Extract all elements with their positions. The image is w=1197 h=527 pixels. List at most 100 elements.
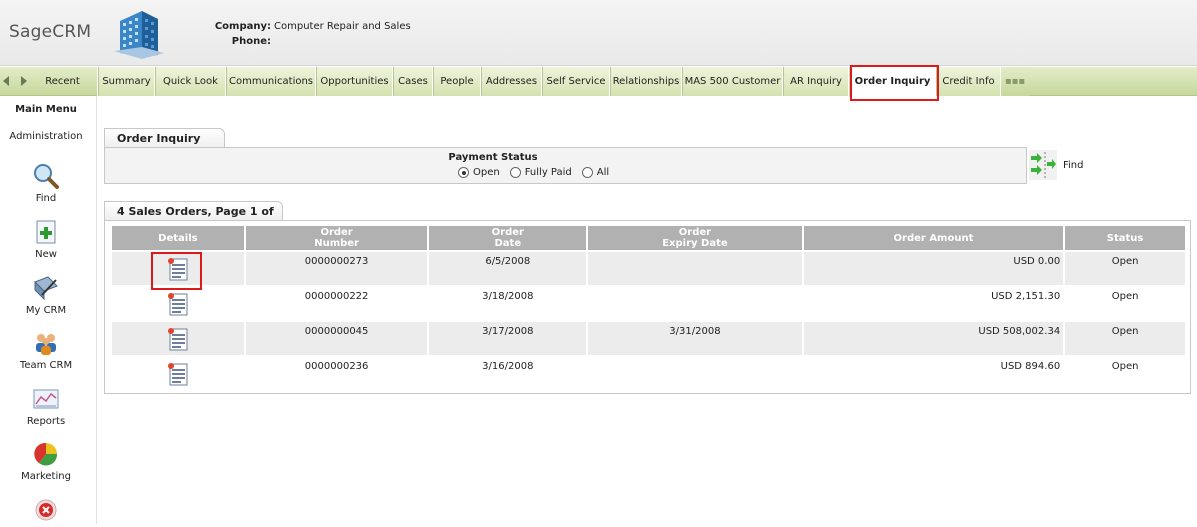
- payment-status-label: Payment Status: [448, 152, 538, 163]
- radio-all-circle[interactable]: [581, 167, 593, 178]
- order-number-cell: 0000000045: [245, 322, 428, 357]
- sales-orders-panel: Details Order Number Order Date Order Expir…: [104, 220, 1191, 394]
- column-header-order-number[interactable]: Order Number: [245, 226, 428, 252]
- sidebar-item-administration[interactable]: Administration: [0, 131, 92, 142]
- tab-addresses[interactable]: Addresses: [481, 67, 542, 96]
- order-amount-cell: USD 894.60: [803, 357, 1064, 392]
- tab-opportunities[interactable]: Opportunities: [316, 67, 393, 96]
- tab-overflow-icon[interactable]: ▪▪▪: [1001, 67, 1029, 96]
- order-amount-cell: USD 508,002.34: [803, 322, 1064, 357]
- tab-self-service[interactable]: Self Service: [542, 67, 610, 96]
- magnifier-icon: [34, 164, 59, 189]
- status-cell: Open: [1065, 357, 1185, 392]
- order-details-icon[interactable]: [166, 291, 190, 317]
- column-header-order-date[interactable]: Order Date: [429, 226, 587, 252]
- results-panel-title: 4 Sales Orders, Page 1 of 1: [104, 201, 283, 238]
- reports-icon: [33, 389, 59, 409]
- find-button-label: Find: [1063, 159, 1084, 171]
- radio-open[interactable]: Open: [458, 167, 500, 178]
- payment-status-filter: Payment Status Open Fully Paid All: [104, 147, 1027, 184]
- company-label: Company:: [214, 21, 271, 32]
- sidebar-item-label: New: [35, 249, 57, 260]
- brand-logo-text: SageCRM: [9, 22, 92, 42]
- order-amount-cell: USD 2,151.30: [803, 287, 1064, 322]
- tab-summary[interactable]: Summary: [98, 67, 155, 96]
- sidebar-item-marketing[interactable]: Marketing: [0, 440, 92, 482]
- sidebar-item-label: Find: [35, 193, 57, 204]
- tab-cases[interactable]: Cases: [393, 67, 433, 96]
- main-menu-heading: Main Menu: [15, 104, 77, 115]
- status-cell: Open: [1065, 322, 1185, 357]
- radio-all-label: All: [596, 167, 610, 178]
- order-number-cell: 0000000273: [245, 252, 428, 287]
- pie-chart-icon: [34, 442, 58, 466]
- expiry-date-cell: [588, 357, 802, 392]
- order-inquiry-panel-title: Order Inquiry: [104, 128, 225, 148]
- payment-status-radio-group: Open Fully Paid All: [458, 167, 609, 178]
- table-row: 0000000236 3/16/2008 USD 894.60 Open: [112, 357, 1185, 392]
- radio-open-circle[interactable]: [458, 167, 469, 178]
- tab-credit-info[interactable]: Credit Info: [936, 67, 1001, 96]
- table-row: 0000000045 3/17/2008 3/31/2008 USD 508,0…: [112, 322, 1185, 357]
- order-date-cell: 3/17/2008: [429, 322, 587, 357]
- radio-fully-paid-circle[interactable]: [509, 167, 521, 178]
- tab-people[interactable]: People: [433, 67, 481, 96]
- status-cell: Open: [1065, 252, 1185, 287]
- tab-mas-500-customer[interactable]: MAS 500 Customer: [682, 67, 783, 96]
- order-details-icon[interactable]: [166, 326, 190, 352]
- sidebar-item-team-crm[interactable]: Team CRM: [0, 329, 92, 371]
- tab-scroll-arrows-icon[interactable]: [3, 76, 27, 86]
- sidebar-item-label: Marketing: [21, 471, 71, 482]
- find-button[interactable]: Find: [1029, 150, 1084, 180]
- building-logo-icon: [114, 11, 164, 59]
- sidebar: Main Menu Administration Find New My CRM…: [0, 96, 97, 524]
- order-details-icon[interactable]: [166, 361, 190, 387]
- tab-ar-inquiry[interactable]: AR Inquiry: [783, 67, 849, 96]
- details-cell[interactable]: [112, 322, 244, 357]
- logout-icon: [35, 499, 57, 521]
- app-header: SageCRM Company: Computer Repair and Sale…: [0, 0, 1197, 66]
- radio-fully-paid-label: Fully Paid: [524, 167, 572, 178]
- tab-quick-look[interactable]: Quick Look: [155, 67, 226, 96]
- table-row: 0000000273 6/5/2008 USD 0.00 Open: [112, 252, 1185, 287]
- details-cell[interactable]: [112, 357, 244, 392]
- phone-label: Phone:: [231, 36, 271, 47]
- company-info: Company: Computer Repair and Sales Phone:: [210, 19, 411, 49]
- order-amount-cell: USD 0.00: [803, 252, 1064, 287]
- sidebar-item-logout[interactable]: [0, 496, 92, 527]
- column-header-details[interactable]: Details: [112, 226, 244, 252]
- sidebar-item-reports[interactable]: Reports: [0, 385, 92, 427]
- company-value: Computer Repair and Sales: [274, 21, 411, 32]
- sidebar-item-label: My CRM: [25, 305, 67, 316]
- order-date-cell: 3/16/2008: [429, 357, 587, 392]
- column-header-order-amount[interactable]: Order Amount: [803, 226, 1064, 252]
- radio-open-label: Open: [473, 167, 500, 178]
- sidebar-item-find[interactable]: Find: [0, 162, 92, 204]
- radio-fully-paid[interactable]: Fully Paid: [509, 167, 572, 178]
- sidebar-item-my-crm[interactable]: My CRM: [0, 274, 92, 316]
- order-date-cell: 3/18/2008: [429, 287, 587, 322]
- sidebar-item-label: Reports: [26, 416, 66, 427]
- highlight-box-details: [151, 252, 202, 290]
- order-date-cell: 6/5/2008: [429, 252, 587, 287]
- sales-orders-table: Details Order Number Order Date Order Expir…: [110, 226, 1187, 392]
- sidebar-item-new[interactable]: New: [0, 218, 92, 260]
- my-crm-icon: [34, 276, 58, 301]
- expiry-date-cell: [588, 252, 802, 287]
- tab-communications[interactable]: Communications: [226, 67, 316, 96]
- tab-relationships[interactable]: Relationships: [610, 67, 682, 96]
- highlight-box-tab: [850, 65, 939, 101]
- radio-all[interactable]: All: [581, 167, 610, 178]
- column-header-expiry-date[interactable]: Order Expiry Date: [588, 226, 802, 252]
- status-cell: Open: [1065, 287, 1185, 322]
- sidebar-item-label: Team CRM: [19, 360, 73, 371]
- column-header-status[interactable]: Status: [1065, 226, 1185, 252]
- table-row: 0000000222 3/18/2008 USD 2,151.30 Open: [112, 287, 1185, 322]
- order-number-cell: 0000000222: [245, 287, 428, 322]
- expiry-date-cell: 3/31/2008: [588, 322, 802, 357]
- team-icon: [36, 334, 56, 355]
- tab-bar: Recent Summary Quick Look Communications…: [0, 65, 1197, 101]
- details-cell[interactable]: [112, 287, 244, 322]
- table-header-row: Details Order Number Order Date Order Expir…: [112, 226, 1185, 252]
- tab-recent[interactable]: Recent: [28, 67, 98, 96]
